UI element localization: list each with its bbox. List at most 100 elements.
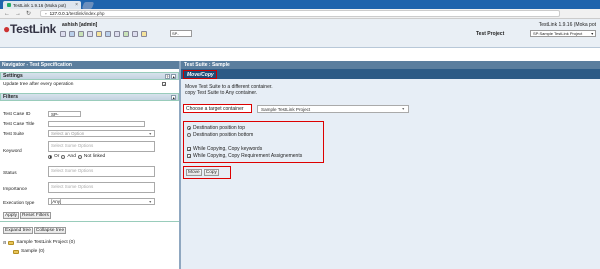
version-text: TestLink 1.9.16 (Moka pot	[538, 22, 596, 28]
execution-type-value: [Any]	[51, 199, 62, 204]
test-case-id-input[interactable]: SP-	[48, 111, 81, 117]
dest-top-radio[interactable]	[187, 126, 191, 130]
requirements-icon[interactable]	[78, 31, 84, 37]
testcase-search-input[interactable]: SP-	[170, 30, 192, 37]
importance-multiselect[interactable]: Select Some Options	[48, 182, 155, 193]
settings-header: Settings ? ▲	[0, 72, 179, 80]
folder-icon	[13, 249, 19, 254]
test-project-label: Test Project	[476, 31, 505, 37]
navigator-title-bar: Navigator - Test Specification	[0, 61, 179, 69]
url-host: 127.0.0.1	[49, 11, 69, 16]
and-radio[interactable]	[61, 154, 66, 159]
main-toolbar	[60, 31, 147, 37]
execution-type-select[interactable]: [Any] ▼	[48, 198, 155, 205]
apply-button[interactable]: Apply	[3, 212, 19, 219]
copy-keywords-option[interactable]: ✓ While Copying, Copy keywords	[187, 146, 262, 152]
tree-root-label: Sample TestLink Project (0)	[16, 240, 75, 245]
update-tree-checkbox[interactable]: ✓	[162, 82, 166, 87]
test-project-select[interactable]: SP:Sample TestLink Project ▼	[530, 30, 596, 37]
chevron-down-icon: ▼	[401, 107, 405, 111]
chevron-down-icon: ▼	[148, 131, 152, 136]
execute-icon[interactable]	[96, 31, 102, 37]
description-line-2: copy Test Suite to Any container.	[185, 90, 258, 96]
collapse-tree-button[interactable]: Collapse tree	[33, 227, 67, 234]
expand-tree-button[interactable]: Expand tree	[3, 227, 33, 234]
collapse-icon[interactable]: ▲	[171, 73, 176, 79]
target-container-value: Sample TestLink Project	[261, 106, 311, 112]
user-icon[interactable]	[69, 31, 75, 37]
copy-requirements-label: While Copying, Copy Requirement Assignem…	[193, 153, 303, 159]
status-label: Status	[3, 171, 17, 176]
test-case-title-input[interactable]	[48, 121, 145, 127]
keyword-label: Keyword	[3, 149, 22, 154]
dest-top-label: Destination position top	[193, 125, 245, 131]
copy-options-group: Destination position top Destination pos…	[183, 121, 324, 163]
keyword-multiselect[interactable]: Select Some Options	[48, 141, 155, 152]
divider	[0, 221, 179, 222]
copy-requirements-option[interactable]: ✓ While Copying, Copy Requirement Assign…	[187, 153, 302, 159]
target-container-select[interactable]: Sample TestLink Project ▼	[257, 105, 409, 113]
logout-icon[interactable]	[141, 31, 147, 37]
test-suite-select[interactable]: Select an Option ▼	[48, 130, 155, 137]
move-button[interactable]: Move	[186, 169, 202, 176]
address-bar-row: ← → ↻ ▫ 127.0.0.1 /testlink/index.php	[0, 9, 600, 19]
test-suite-label: Test Suite	[3, 132, 25, 137]
settings-icon[interactable]	[132, 31, 138, 37]
settings-title: Settings	[3, 73, 23, 79]
url-path: /testlink/index.php	[68, 11, 105, 16]
dest-bottom-label: Destination position bottom	[193, 132, 254, 138]
copy-keywords-checkbox[interactable]: ✓	[187, 147, 191, 152]
page-icon: ▫	[45, 11, 47, 16]
filters-header: Filters ▲	[0, 93, 179, 101]
test-case-id-label: Test Case ID	[3, 112, 31, 117]
chevron-down-icon: ▼	[590, 31, 594, 36]
keyword-logic-radios: Or And Not linked	[48, 154, 105, 159]
close-tab-icon[interactable]: ×	[75, 2, 78, 8]
status-multiselect[interactable]: Select Some Options	[48, 166, 155, 177]
collapse-icon[interactable]: ▲	[171, 94, 176, 100]
tree-buttons: Expand tree Collapse tree	[3, 227, 67, 234]
folder-icon	[8, 240, 15, 245]
dest-top-option[interactable]: Destination position top	[187, 125, 245, 131]
events-icon[interactable]	[114, 31, 120, 37]
or-label: Or	[54, 154, 60, 159]
collapse-node-icon[interactable]: ⊟	[3, 240, 6, 245]
and-label: And	[67, 154, 76, 159]
not-linked-label: Not linked	[83, 154, 106, 159]
action-buttons: Move Copy	[183, 166, 231, 179]
test-spec-icon[interactable]	[87, 31, 93, 37]
testlink-logo[interactable]: ●TestLink	[3, 22, 56, 36]
user-info: ashish [admin]	[62, 22, 98, 28]
tab-move-copy[interactable]: Move/Copy	[183, 70, 217, 79]
tree-root-node[interactable]: ⊟ Sample TestLink Project (0)	[3, 240, 75, 245]
test-suite-placeholder: Select an Option	[51, 131, 85, 136]
copy-requirements-checkbox[interactable]: ✓	[187, 154, 191, 159]
forward-icon[interactable]: →	[15, 11, 21, 17]
browser-tab[interactable]: TestLink 1.9.16 (Moka pot) ×	[3, 1, 81, 9]
dest-bottom-radio[interactable]	[187, 133, 191, 137]
back-icon[interactable]: ←	[4, 11, 10, 17]
url-field[interactable]: ▫ 127.0.0.1 /testlink/index.php	[40, 10, 561, 17]
dest-bottom-option[interactable]: Destination position bottom	[187, 132, 253, 138]
reports-icon[interactable]	[105, 31, 111, 37]
choose-target-container-label: Choose a target container	[183, 104, 252, 113]
not-linked-radio[interactable]	[77, 154, 82, 159]
tree-child-label: Sample (0)	[21, 249, 45, 254]
update-tree-label: Update tree after every operation	[3, 82, 74, 87]
help-icon[interactable]: ?	[165, 73, 170, 79]
copy-button[interactable]: Copy	[203, 169, 219, 176]
filter-buttons: Apply Reset Filters	[3, 212, 51, 219]
reload-icon[interactable]: ↻	[26, 10, 31, 17]
browser-tab-title: TestLink 1.9.16 (Moka pot)	[13, 2, 67, 8]
execution-type-label: Execution type	[3, 201, 35, 206]
page-title: Test Suite : Sample	[181, 61, 600, 69]
tree-child-node[interactable]: Sample (0)	[13, 249, 44, 254]
navigator-pane: Navigator - Test Specification Settings …	[0, 61, 181, 269]
platform-icon[interactable]	[123, 31, 129, 37]
test-project-value: SP:Sample TestLink Project	[533, 31, 583, 36]
reset-filters-button[interactable]: Reset Filters	[20, 212, 51, 219]
home-icon[interactable]	[60, 31, 66, 37]
navigator-title: Navigator - Test Specification	[2, 62, 72, 68]
testlink-favicon-icon	[7, 3, 11, 7]
or-radio[interactable]	[48, 154, 52, 159]
